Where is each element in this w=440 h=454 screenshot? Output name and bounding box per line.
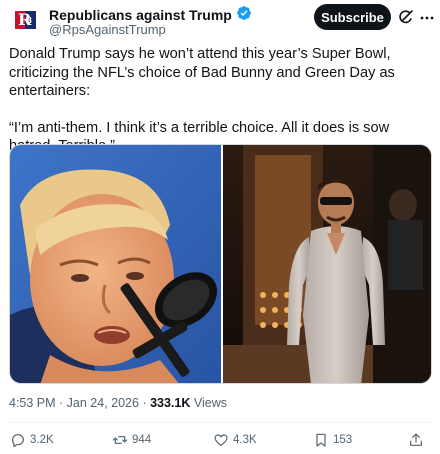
tweet-time[interactable]: 4:53 PM bbox=[9, 396, 56, 410]
like-count: 4.3K bbox=[233, 434, 257, 446]
photo-trump[interactable] bbox=[10, 145, 221, 383]
share-button[interactable] bbox=[408, 432, 424, 448]
tweet-meta: 4:53 PM · Jan 24, 2026 · 333.1K Views bbox=[9, 396, 227, 410]
share-icon bbox=[410, 433, 422, 446]
reply-button[interactable]: 3.2K bbox=[10, 432, 54, 448]
views-count: 333.1K bbox=[150, 396, 191, 410]
account-handle[interactable]: @RpsAgainstTrump bbox=[49, 22, 166, 37]
verified-badge-icon bbox=[236, 5, 252, 24]
subscribe-button[interactable]: Subscribe bbox=[314, 4, 391, 30]
divider bbox=[9, 422, 431, 423]
tweet-paragraph: Donald Trump says he won’t attend this y… bbox=[9, 46, 395, 99]
repost-icon bbox=[112, 436, 128, 444]
like-button[interactable]: 4.3K bbox=[213, 432, 257, 448]
media-grid[interactable] bbox=[9, 144, 432, 384]
reply-count: 3.2K bbox=[30, 434, 54, 446]
views-label: Views bbox=[190, 396, 227, 410]
account-name[interactable]: Republicans against Trump bbox=[49, 7, 232, 23]
reply-icon bbox=[12, 434, 24, 448]
tweet-date[interactable]: Jan 24, 2026 bbox=[67, 396, 139, 410]
grok-icon[interactable] bbox=[398, 9, 414, 25]
action-bar: 3.2K 944 4.3K 153 bbox=[0, 432, 440, 452]
svg-text:B: B bbox=[26, 16, 32, 25]
bookmark-count: 153 bbox=[333, 434, 353, 446]
more-icon[interactable] bbox=[418, 9, 436, 27]
meta-separator: · bbox=[55, 396, 67, 410]
bookmark-icon bbox=[316, 433, 326, 447]
repost-count: 944 bbox=[132, 434, 152, 446]
heart-icon bbox=[214, 434, 228, 446]
tweet-text: Donald Trump says he won’t attend this y… bbox=[9, 45, 433, 156]
bookmark-button[interactable]: 153 bbox=[313, 432, 352, 448]
photo-bad-bunny[interactable] bbox=[223, 145, 431, 383]
repost-button[interactable]: 944 bbox=[112, 432, 151, 448]
avatar[interactable]: R B bbox=[9, 3, 42, 36]
meta-separator: · bbox=[138, 396, 151, 410]
